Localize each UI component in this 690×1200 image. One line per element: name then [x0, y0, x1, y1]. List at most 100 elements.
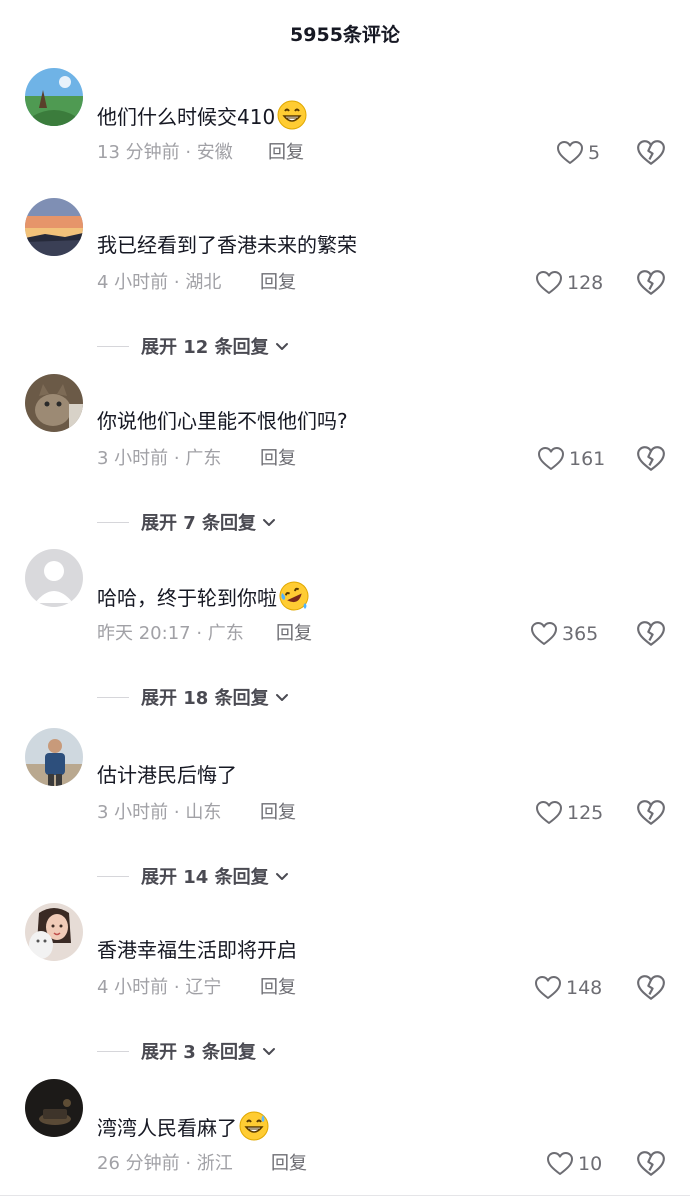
like-button[interactable]: 365 [530, 619, 598, 649]
comment-text: 他们什么时候交410 [97, 100, 307, 132]
comment-text: 哈哈，终于轮到你啦 [97, 581, 309, 613]
rofl-emoji-icon [279, 581, 309, 611]
expand-replies-button[interactable]: 展开 3 条回复 [97, 1036, 278, 1066]
username-redacted [97, 724, 297, 738]
comment-meta: 昨天 20:17 · 广东 [97, 623, 244, 644]
avatar[interactable] [25, 374, 83, 432]
divider [97, 345, 129, 347]
comment-item: 哈哈，终于轮到你啦 昨天 20:17 · 广东 回复 365 展开 18 条回复 [0, 549, 690, 725]
comment-meta: 4 小时前 · 辽宁 [97, 977, 222, 998]
like-count: 365 [562, 623, 599, 645]
broken-heart-icon [637, 975, 665, 1000]
dislike-button[interactable] [636, 1149, 666, 1179]
expand-replies-label: 展开 14 条回复 [141, 867, 269, 888]
expand-replies-label: 展开 3 条回复 [141, 1042, 257, 1063]
like-count: 161 [569, 448, 606, 470]
heart-icon [536, 801, 562, 824]
divider [97, 696, 129, 698]
expand-replies-button[interactable]: 展开 14 条回复 [97, 861, 291, 891]
broken-heart-icon [637, 446, 665, 471]
avatar[interactable] [25, 68, 83, 126]
expand-replies-label: 展开 18 条回复 [141, 688, 269, 709]
divider [97, 521, 129, 523]
like-count: 5 [588, 142, 601, 164]
comment-item: 湾湾人民看麻了 26 分钟前 · 浙江 回复 10 [0, 1079, 690, 1195]
broken-heart-icon [637, 800, 665, 825]
reply-button[interactable]: 回复 [260, 270, 296, 296]
reply-button[interactable]: 回复 [271, 1151, 307, 1177]
comment-text: 我已经看到了香港未来的繁荣 [97, 233, 357, 257]
like-button[interactable]: 125 [535, 798, 603, 828]
avatar[interactable] [25, 903, 83, 961]
reply-button[interactable]: 回复 [260, 446, 296, 472]
comment-text: 湾湾人民看麻了 [97, 1111, 269, 1143]
chevron-down-icon [263, 519, 276, 526]
username-redacted [97, 370, 297, 384]
comment-text: 香港幸福生活即将开启 [97, 938, 297, 962]
broken-heart-icon [637, 270, 665, 295]
dislike-button[interactable] [636, 268, 666, 298]
dislike-button[interactable] [636, 138, 666, 168]
expand-replies-button[interactable]: 展开 18 条回复 [97, 682, 291, 712]
avatar[interactable] [25, 198, 83, 256]
comment-meta: 3 小时前 · 广东 [97, 448, 222, 469]
reply-button[interactable]: 回复 [260, 975, 296, 1001]
like-button[interactable]: 10 [546, 1149, 602, 1179]
expand-replies-button[interactable]: 展开 12 条回复 [97, 331, 291, 361]
heart-icon [547, 1152, 573, 1175]
reply-button[interactable]: 回复 [276, 621, 312, 647]
comment-meta: 3 小时前 · 山东 [97, 802, 222, 823]
heart-icon [538, 447, 564, 470]
like-count: 148 [566, 977, 603, 999]
dislike-button[interactable] [636, 619, 666, 649]
comment-item: 估计港民后悔了 3 小时前 · 山东 回复 125 展开 14 条回复 [0, 728, 690, 904]
chevron-down-icon [275, 873, 288, 880]
expand-replies-label: 展开 12 条回复 [141, 337, 269, 358]
username-redacted [97, 545, 297, 559]
chevron-down-icon [275, 694, 288, 701]
like-count: 125 [567, 802, 604, 824]
chevron-down-icon [275, 343, 288, 350]
heart-icon [536, 271, 562, 294]
heart-icon [531, 622, 557, 645]
comment-item: 你说他们心里能不恨他们吗? 3 小时前 · 广东 回复 161 展开 7 条回复 [0, 374, 690, 550]
like-button[interactable]: 161 [537, 444, 605, 474]
avatar[interactable] [25, 728, 83, 786]
divider [97, 875, 129, 877]
like-count: 10 [578, 1153, 603, 1175]
broken-heart-icon [637, 621, 665, 646]
comment-count-title: 5955条评论 [290, 24, 400, 46]
divider [97, 1050, 129, 1052]
reply-button[interactable]: 回复 [260, 800, 296, 826]
like-button[interactable]: 5 [556, 138, 600, 168]
comment-meta: 13 分钟前 · 安徽 [97, 142, 233, 163]
comments-header: 5955条评论 [0, 0, 690, 64]
username-redacted [97, 899, 297, 913]
expand-replies-button[interactable]: 展开 7 条回复 [97, 507, 278, 537]
like-button[interactable]: 148 [534, 973, 602, 1003]
heart-icon [535, 976, 561, 999]
comment-text: 你说他们心里能不恨他们吗? [97, 409, 348, 433]
comment-meta: 4 小时前 · 湖北 [97, 272, 222, 293]
comment-text: 估计港民后悔了 [97, 763, 237, 787]
heart-icon [557, 141, 583, 164]
grin-emoji-icon [277, 100, 307, 130]
dislike-button[interactable] [636, 444, 666, 474]
sweat-smile-emoji-icon [239, 1111, 269, 1141]
comment-item: 我已经看到了香港未来的繁荣 4 小时前 · 湖北 回复 128 展开 12 条回… [0, 198, 690, 374]
broken-heart-icon [637, 1151, 665, 1176]
reply-button[interactable]: 回复 [268, 140, 304, 166]
dislike-button[interactable] [636, 798, 666, 828]
comment-item: 香港幸福生活即将开启 4 小时前 · 辽宁 回复 148 展开 3 条回复 [0, 903, 690, 1079]
like-button[interactable]: 128 [535, 268, 603, 298]
username-redacted [97, 64, 297, 78]
chevron-down-icon [263, 1048, 276, 1055]
dislike-button[interactable] [636, 973, 666, 1003]
broken-heart-icon [637, 140, 665, 165]
divider [0, 1195, 690, 1196]
username-redacted [97, 194, 297, 208]
comment-meta: 26 分钟前 · 浙江 [97, 1153, 233, 1174]
avatar[interactable] [25, 549, 83, 607]
expand-replies-label: 展开 7 条回复 [141, 513, 257, 534]
avatar[interactable] [25, 1079, 83, 1137]
